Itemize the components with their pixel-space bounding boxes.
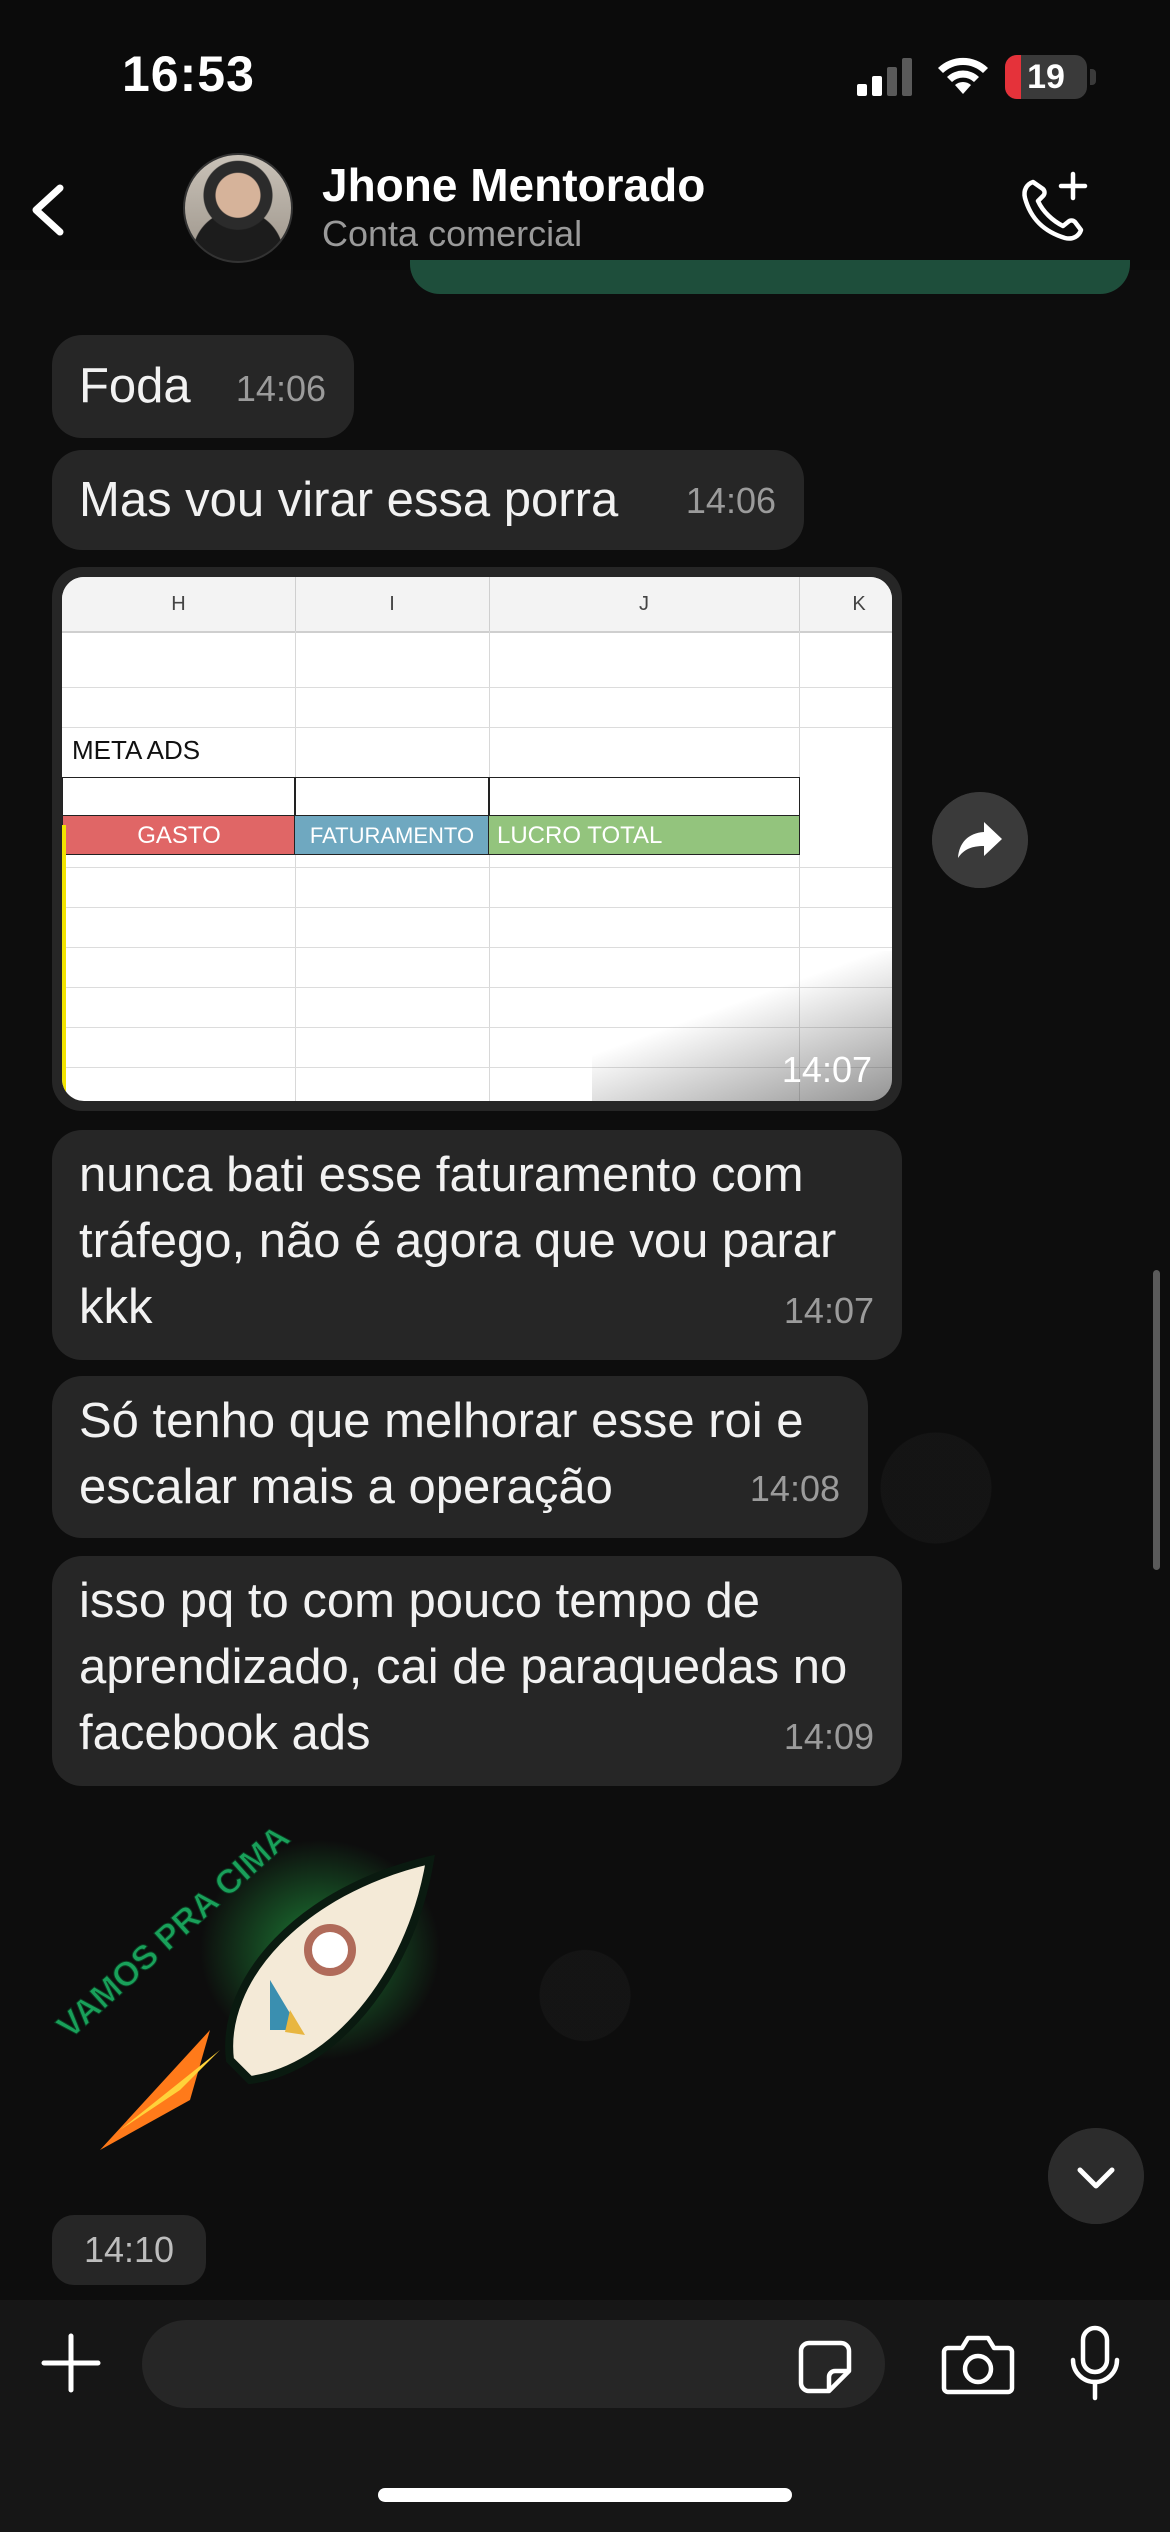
sheet-title: META ADS: [72, 735, 201, 765]
label-cell: GASTO: [62, 815, 296, 855]
status-time: 16:53: [122, 46, 255, 102]
grid-line: [295, 631, 296, 1101]
message-bubble[interactable]: isso pq to com pouco tempo de aprendizad…: [52, 1556, 902, 1786]
status-bar: 16:53 19: [0, 0, 1170, 150]
message-time: 14:10: [52, 2215, 206, 2285]
phone-add-icon[interactable]: [1015, 168, 1095, 248]
grid-line: [62, 687, 892, 688]
contact-name[interactable]: Jhone Mentorado: [322, 158, 705, 212]
message-time: 14:08: [749, 1468, 840, 1509]
camera-icon[interactable]: [940, 2330, 1016, 2398]
scroll-down-button[interactable]: [1048, 2128, 1144, 2224]
wifi-icon: [938, 57, 988, 94]
message-bubble[interactable]: nunca bati esse faturamento com tráfego,…: [52, 1130, 902, 1360]
home-indicator[interactable]: [378, 2488, 792, 2502]
grid-line: [62, 947, 892, 948]
value-cell: 5409,93: [488, 777, 800, 817]
message-time: 14:07: [781, 1049, 872, 1090]
outgoing-message-edge[interactable]: [410, 260, 1130, 294]
column-header: K: [852, 593, 866, 615]
column-header: J: [489, 577, 800, 631]
value-cell: 6640,22: [62, 777, 296, 817]
selection-marker: [62, 825, 66, 1101]
column-header: I: [295, 577, 490, 631]
microphone-icon[interactable]: [1065, 2324, 1125, 2404]
message-text: Mas vou virar essa porra: [79, 473, 619, 527]
grid-line: [62, 867, 892, 868]
value-cell: 12050,15: [294, 777, 490, 817]
grid-line: [62, 907, 892, 908]
message-bubble[interactable]: Mas vou virar essa porra 14:06: [52, 450, 804, 550]
cellular-signal-icon: [857, 58, 912, 96]
avatar[interactable]: [183, 153, 293, 263]
contact-subtitle: Conta comercial: [322, 213, 583, 254]
message-bubble[interactable]: Só tenho que melhorar esse roi e escalar…: [52, 1376, 868, 1538]
image-message[interactable]: H I J K META ADS 6640,22 12050,15 5409,9…: [52, 567, 902, 1111]
message-input[interactable]: [142, 2320, 885, 2408]
battery-indicator: 19: [1005, 55, 1087, 99]
grid-line: [62, 727, 892, 728]
message-time: 14:07: [783, 1290, 874, 1331]
message-text: Foda: [79, 359, 191, 413]
sticker-icon[interactable]: [795, 2337, 855, 2397]
column-header: H: [62, 577, 296, 631]
label-cell: FATURAMENTO: [294, 815, 490, 855]
message-time: 14:09: [783, 1716, 874, 1757]
scrollbar[interactable]: [1153, 1270, 1160, 1570]
plus-icon[interactable]: [38, 2330, 104, 2396]
forward-icon[interactable]: [932, 792, 1028, 888]
battery-percent: 19: [1027, 58, 1065, 96]
message-text: isso pq to com pouco tempo de aprendizad…: [79, 1574, 848, 1760]
message-text: Só tenho que melhorar esse roi e escalar…: [79, 1394, 804, 1514]
battery-tip: [1090, 69, 1096, 85]
spreadsheet-image[interactable]: H I J K META ADS 6640,22 12050,15 5409,9…: [62, 577, 892, 1101]
chevron-left-icon[interactable]: [20, 170, 80, 250]
chat-header: Jhone Mentorado Conta comercial: [0, 150, 1170, 270]
message-time: 14:06: [235, 368, 326, 409]
rocket-sticker[interactable]: VAMOS PRA CIMA: [40, 1800, 460, 2200]
grid-line: [489, 631, 490, 1101]
label-cell: LUCRO TOTAL: [488, 815, 800, 855]
message-text: nunca bati esse faturamento com tráfego,…: [79, 1148, 837, 1334]
message-bubble[interactable]: Foda 14:06: [52, 335, 354, 438]
message-time: 14:06: [685, 480, 776, 521]
